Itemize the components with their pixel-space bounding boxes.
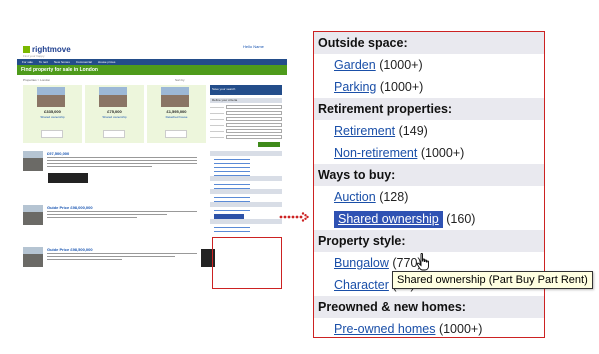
refine-sidebar: Save your search Refine your criteria [210, 85, 282, 315]
user-area[interactable]: Hello Name [243, 44, 264, 49]
refine-field[interactable] [226, 135, 282, 139]
listing-description [47, 211, 197, 220]
listing-item[interactable]: £97,500,000 [23, 151, 206, 201]
property-price: £335,000 [44, 109, 61, 114]
filter-link-parking[interactable]: Parking [334, 80, 376, 94]
logo-tagline: Find your happy [23, 54, 45, 58]
property-photo [37, 87, 65, 107]
filter-item-auction: Auction (128) [314, 186, 544, 208]
section-heading-ways-to-buy: Ways to buy: [314, 164, 544, 186]
tooltip: Shared ownership (Part Buy Part Rent) [392, 271, 593, 289]
filter-count: (1000+) [438, 322, 483, 336]
listing-item[interactable]: Guide Price £98,000,000 [23, 205, 206, 245]
section-heading-retirement: Retirement properties: [314, 98, 544, 120]
refine-field[interactable] [226, 111, 282, 115]
dotted-arrow-icon [279, 212, 309, 222]
refine-field[interactable] [226, 105, 282, 109]
agent-logo [165, 130, 187, 138]
featured-property[interactable]: £1,595,000 Detached house [147, 85, 206, 143]
filter-section-heading [210, 151, 282, 156]
refine-field[interactable] [226, 117, 282, 121]
breadcrumb[interactable]: Properties > London [23, 78, 50, 82]
filter-count: (128) [379, 190, 409, 204]
section-heading-property-style: Property style: [314, 230, 544, 252]
filter-item-garden: Garden (1000+) [314, 54, 544, 76]
filter-item-non-retirement: Non-retirement (1000+) [314, 142, 544, 164]
filter-link-bungalow[interactable]: Bungalow [334, 256, 389, 270]
listing-title[interactable]: £97,500,000 [47, 151, 69, 156]
filter-link[interactable] [214, 231, 250, 232]
refine-field[interactable] [226, 123, 282, 127]
filter-link[interactable] [214, 227, 250, 228]
property-price: £1,595,000 [166, 109, 187, 114]
filter-link[interactable] [214, 159, 250, 160]
listing-photo[interactable] [23, 205, 43, 225]
featured-properties: £335,000 Shared ownership £75,000 Shared… [23, 85, 206, 143]
filter-section-heading [210, 189, 282, 194]
featured-property[interactable]: £75,000 Shared ownership [85, 85, 144, 143]
listing-description [47, 157, 197, 169]
filter-section-heading [210, 219, 282, 224]
filter-count: (1000+) [379, 80, 424, 94]
refine-heading: Refine your criteria [210, 98, 282, 103]
section-heading-preowned-new: Preowned & new homes: [314, 296, 544, 318]
section-heading-outside-space: Outside space: [314, 32, 544, 54]
page-thumbnail: rightmove Find your happy Hello Name For… [17, 37, 287, 320]
filter-link[interactable] [214, 197, 250, 198]
filter-link-pre-owned[interactable]: Pre-owned homes [334, 322, 435, 336]
filter-link[interactable] [214, 167, 250, 168]
page-banner: Find property for sale in London [17, 65, 287, 75]
filter-item-parking: Parking (1000+) [314, 76, 544, 98]
filter-link[interactable] [214, 210, 250, 211]
filter-panel-zoom: Outside space: Garden (1000+) Parking (1… [313, 31, 545, 338]
logo-mark-icon [23, 46, 30, 53]
filter-link[interactable] [214, 184, 250, 185]
filter-section-heading [210, 176, 282, 181]
zoom-source-highlight [212, 237, 282, 289]
filter-link-character[interactable]: Character [334, 278, 389, 292]
update-results-button[interactable] [258, 142, 280, 147]
filter-section-heading [210, 202, 282, 207]
property-caption[interactable]: Shared ownership [23, 115, 82, 119]
hand-pointer-icon [416, 253, 429, 271]
property-caption[interactable]: Detached house [147, 115, 206, 119]
filter-link-shared-ownership[interactable]: Shared ownership [334, 211, 443, 228]
listing-item[interactable]: Guide Price £98,500,000 [23, 247, 215, 292]
property-caption[interactable]: Shared ownership [85, 115, 144, 119]
filter-count: (149) [398, 124, 428, 138]
filter-item-retirement: Retirement (149) [314, 120, 544, 142]
filter-count: (160) [446, 212, 476, 226]
listing-photo[interactable] [23, 151, 43, 171]
filter-item-pre-owned: Pre-owned homes (1000+) [314, 318, 544, 337]
logo-text: rightmove [32, 45, 71, 54]
agent-logo [103, 130, 125, 138]
property-photo [99, 87, 127, 107]
listing-description [47, 253, 197, 262]
filter-item-shared-ownership: Shared ownership (160) [314, 208, 544, 230]
filter-count: (1000+) [420, 146, 465, 160]
filter-link-auction[interactable]: Auction [334, 190, 376, 204]
sort-label[interactable]: Sort by [175, 78, 185, 82]
property-price: £75,000 [107, 109, 122, 114]
filter-link-non-retirement[interactable]: Non-retirement [334, 146, 417, 160]
refine-field[interactable] [226, 129, 282, 133]
listing-title[interactable]: Guide Price £98,500,000 [47, 247, 93, 252]
filter-count: (1000+) [379, 58, 423, 72]
save-search-button[interactable]: Save your search [210, 85, 282, 95]
filter-link-retirement[interactable]: Retirement [334, 124, 395, 138]
site-logo[interactable]: rightmove Find your happy [23, 45, 71, 58]
agent-logo [41, 130, 63, 138]
property-photo [161, 87, 189, 107]
filter-link-garden[interactable]: Garden [334, 58, 376, 72]
filter-link[interactable] [214, 171, 250, 172]
listing-banner [48, 173, 88, 183]
listing-title[interactable]: Guide Price £98,000,000 [47, 205, 93, 210]
listing-photo[interactable] [23, 247, 43, 267]
featured-property[interactable]: £335,000 Shared ownership [23, 85, 82, 143]
filter-link[interactable] [214, 163, 250, 164]
